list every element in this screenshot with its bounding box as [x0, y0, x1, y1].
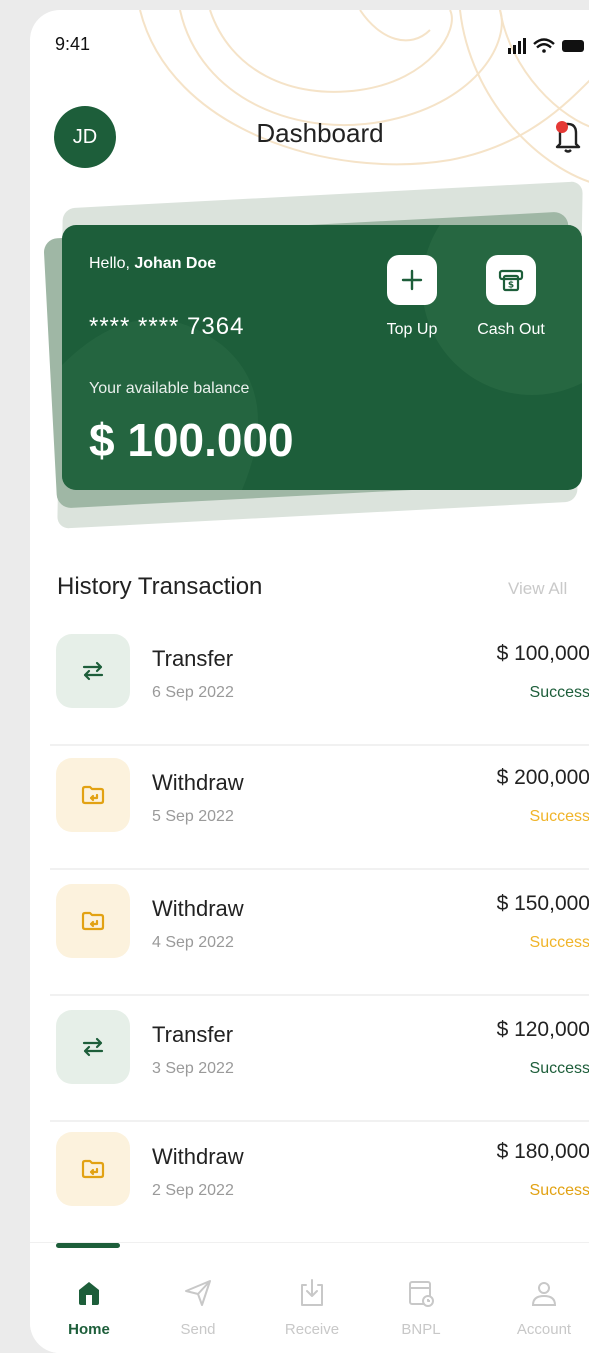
transaction-name: Withdraw	[152, 1144, 244, 1169]
transaction-name: Transfer	[152, 646, 234, 671]
view-all-link[interactable]: View All	[508, 579, 567, 599]
transaction-date: 4 Sep 2022	[152, 934, 234, 951]
cash-out-button[interactable]: $ Cash Out	[466, 255, 556, 339]
page-title: Dashboard	[256, 118, 384, 148]
transaction-row[interactable]: Withdraw 2 Sep 2022 $ 180,000 Success	[50, 1122, 589, 1244]
transaction-date: 2 Sep 2022	[152, 1182, 234, 1199]
tab-home[interactable]: Home	[44, 1273, 134, 1338]
tab-send-label: Send	[180, 1321, 216, 1338]
card-number: **** **** 7364	[89, 313, 245, 340]
balance-card-stack: Hello, Johan Doe **** **** 7364 Your ava…	[43, 181, 589, 529]
tab-bnpl[interactable]: BNPL	[376, 1273, 466, 1338]
notification-bell-icon[interactable]	[550, 116, 586, 156]
transaction-status: Success	[529, 1060, 589, 1077]
transaction-status: Success	[529, 684, 589, 701]
user-name: Johan Doe	[134, 255, 217, 272]
receive-icon	[267, 1273, 357, 1313]
greeting: Hello, Johan Doe	[89, 255, 216, 273]
tab-bnpl-label: BNPL	[401, 1321, 441, 1338]
balance-amount: $ 100.000	[89, 414, 294, 466]
withdraw-folder-icon	[56, 884, 130, 958]
tab-receive[interactable]: Receive	[267, 1273, 357, 1338]
transaction-row[interactable]: Withdraw 4 Sep 2022 $ 150,000 Success	[50, 874, 589, 996]
tab-home-label: Home	[68, 1321, 110, 1338]
send-icon	[153, 1273, 243, 1313]
tab-send[interactable]: Send	[153, 1273, 243, 1338]
transaction-row[interactable]: Transfer 6 Sep 2022 $ 100,000 Success	[50, 624, 589, 746]
transaction-status: Success	[529, 808, 589, 825]
tab-account-label: Account	[516, 1321, 572, 1338]
svg-text:$: $	[508, 281, 514, 291]
history-title: History Transaction	[57, 573, 263, 600]
withdraw-folder-icon	[56, 758, 130, 832]
transaction-row[interactable]: Withdraw 5 Sep 2022 $ 200,000 Success	[50, 748, 589, 870]
transaction-amount: $ 150,000	[496, 892, 589, 915]
transaction-amount: $ 120,000	[496, 1018, 589, 1041]
phone-screen: 9:41 JD Dashboard Hello, Johan Doe **** …	[30, 10, 589, 1353]
transaction-date: 3 Sep 2022	[152, 1060, 234, 1077]
transaction-status: Success	[529, 934, 589, 951]
transaction-amount: $ 180,000	[496, 1140, 589, 1163]
greeting-text: Hello,	[89, 255, 135, 272]
top-up-label: Top Up	[386, 321, 438, 338]
transaction-amount: $ 100,000	[496, 642, 589, 665]
tab-receive-label: Receive	[284, 1321, 340, 1338]
tab-account[interactable]: Account	[499, 1273, 589, 1338]
transaction-status: Success	[529, 1182, 589, 1199]
transaction-date: 6 Sep 2022	[152, 684, 234, 701]
status-icons	[508, 38, 584, 54]
transaction-name: Withdraw	[152, 770, 244, 795]
home-icon	[44, 1273, 134, 1313]
transaction-row[interactable]: Transfer 3 Sep 2022 $ 120,000 Success	[50, 1000, 589, 1122]
wifi-icon	[533, 38, 555, 53]
plus-icon	[387, 255, 437, 305]
top-up-button[interactable]: Top Up	[367, 255, 457, 339]
account-icon	[499, 1273, 589, 1313]
transaction-amount: $ 200,000	[496, 766, 589, 789]
bottom-tab-bar: Home Send Receive BNPL Account	[30, 1242, 589, 1353]
status-time: 9:41	[55, 34, 91, 54]
bnpl-icon	[376, 1273, 466, 1313]
transfer-icon	[56, 634, 130, 708]
active-tab-indicator	[56, 1243, 120, 1248]
balance-label: Your available balance	[89, 380, 250, 397]
transaction-name: Withdraw	[152, 896, 244, 921]
withdraw-folder-icon	[56, 1132, 130, 1206]
transaction-date: 5 Sep 2022	[152, 808, 234, 825]
balance-card[interactable]: Hello, Johan Doe **** **** 7364 Your ava…	[62, 225, 582, 490]
battery-icon	[562, 40, 584, 52]
transfer-icon	[56, 1010, 130, 1084]
status-bar: 9:41	[30, 10, 589, 90]
cash-out-label: Cash Out	[477, 321, 545, 338]
transaction-name: Transfer	[152, 1022, 234, 1047]
cash-out-icon: $	[486, 255, 536, 305]
signal-icon	[508, 38, 526, 54]
